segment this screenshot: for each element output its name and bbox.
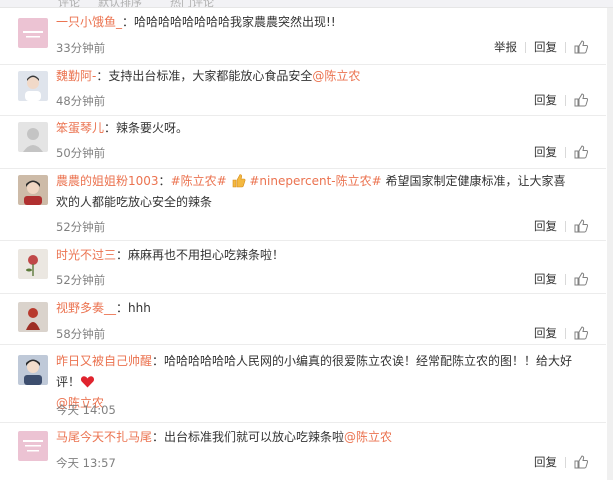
comment-item: 视野多奏__：hhh 58分钟前 回复 <box>0 294 606 345</box>
timestamp: 今天 14:05 <box>56 403 116 417</box>
username-link[interactable]: 一只小饿鱼_ <box>56 15 122 29</box>
topic-tag[interactable]: #陈立农# <box>171 174 227 188</box>
comment-actions: 回复 <box>534 218 588 234</box>
avatar[interactable] <box>18 175 48 205</box>
avatar[interactable] <box>18 431 48 461</box>
red-heart-emoji-icon <box>81 376 95 388</box>
topic-tag[interactable]: #ninepercent-陈立农# <box>249 174 381 188</box>
username-link[interactable]: 视野多奏__ <box>56 301 116 315</box>
reply-link[interactable]: 回复 <box>534 325 557 341</box>
person-avatar-icon <box>18 71 48 101</box>
red-figure-avatar-icon <box>18 302 48 332</box>
username-link[interactable]: 马尾今天不扎马尾 <box>56 430 152 444</box>
comment-text-line: 魏勤阿-：支持出台标准，大家都能放心食品安全@陈立农 <box>56 69 361 83</box>
reply-link[interactable]: 回复 <box>534 144 557 160</box>
username-link[interactable]: 笨蛋琴儿 <box>56 121 104 135</box>
comment-text-line: 时光不过三：麻麻再也不用担心吃辣条啦！ <box>56 248 285 262</box>
person-avatar-icon <box>18 175 48 205</box>
timestamp: 今天 13:57 <box>56 456 116 470</box>
top-fragment: 评论 <box>58 0 80 8</box>
comment-item: 魏勤阿-：支持出台标准，大家都能放心食品安全@陈立农 48分钟前 回复 <box>0 65 606 116</box>
comment-actions: 回复 <box>534 271 588 287</box>
person-avatar-icon <box>18 355 48 385</box>
like-thumb-icon[interactable] <box>574 93 588 107</box>
thumbs-up-emoji-icon <box>232 174 245 188</box>
comment-item: 昨日又被自己帅醒：哈哈哈哈哈哈人民网的小编真的很爱陈立农诶！经常配陈立农的图！！… <box>0 345 606 423</box>
timestamp: 58分钟前 <box>56 327 106 341</box>
pink-card-avatar-icon <box>18 18 48 48</box>
comment-actions: 回复 <box>534 92 588 108</box>
divider <box>525 41 526 53</box>
like-thumb-icon[interactable] <box>574 145 588 159</box>
comment-text: 出台标准我们就可以放心吃辣条啦 <box>164 430 345 444</box>
comment-actions: 回复 <box>534 325 588 341</box>
like-thumb-icon[interactable] <box>574 40 588 54</box>
like-thumb-icon[interactable] <box>574 219 588 233</box>
timestamp: 48分钟前 <box>56 94 106 108</box>
mention-link[interactable]: @陈立农 <box>312 69 360 83</box>
avatar[interactable] <box>18 71 48 101</box>
avatar[interactable] <box>18 18 48 48</box>
mention-link[interactable]: @陈立农 <box>344 430 392 444</box>
pink-card-avatar-icon <box>18 431 48 461</box>
username-link[interactable]: 时光不过三 <box>56 248 116 262</box>
comment-text-line: 视野多奏__：hhh <box>56 301 151 315</box>
avatar[interactable] <box>18 355 48 385</box>
top-tab-strip: 评论 默认排序 热门评论 <box>0 0 613 8</box>
report-link[interactable]: 举报 <box>494 39 517 55</box>
reply-link[interactable]: 回复 <box>534 454 557 470</box>
comment-text: 支持出台标准，大家都能放心食品安全 <box>108 69 313 83</box>
timestamp: 33分钟前 <box>56 41 106 55</box>
comment-text: 哈哈哈哈哈哈哈哈我家農農突然出现!! <box>134 15 336 29</box>
comment-text-line: 马尾今天不扎马尾：出台标准我们就可以放心吃辣条啦@陈立农 <box>56 430 393 444</box>
divider <box>565 327 566 339</box>
reply-link[interactable]: 回复 <box>534 39 557 55</box>
divider <box>565 94 566 106</box>
comment-item: 马尾今天不扎马尾：出台标准我们就可以放心吃辣条啦@陈立农 今天 13:57 回复 <box>0 423 606 480</box>
divider <box>565 456 566 468</box>
comment-item: 農農的姐姐粉1003：#陈立农# #ninepercent-陈立农# 希望国家制… <box>0 169 606 241</box>
avatar[interactable] <box>18 302 48 332</box>
comment-text-line: 昨日又被自己帅醒：哈哈哈哈哈哈人民网的小编真的很爱陈立农诶！经常配陈立农的图！！… <box>56 354 573 410</box>
comment-item: 时光不过三：麻麻再也不用担心吃辣条啦！ 52分钟前 回复 <box>0 241 606 294</box>
like-thumb-icon[interactable] <box>574 272 588 286</box>
flower-avatar-icon <box>18 249 48 279</box>
avatar[interactable] <box>18 249 48 279</box>
username-link[interactable]: 魏勤阿- <box>56 69 96 83</box>
username-link[interactable]: 昨日又被自己帅醒 <box>56 354 152 368</box>
divider <box>565 41 566 53</box>
comment-text-line: 笨蛋琴儿：辣条要火呀。 <box>56 121 189 135</box>
comment-item: 笨蛋琴儿：辣条要火呀。 50分钟前 回复 <box>0 116 606 169</box>
reply-link[interactable]: 回复 <box>534 92 557 108</box>
comment-actions: 举报 回复 <box>494 39 588 55</box>
top-fragment: 默认排序 <box>98 0 142 8</box>
comment-actions: 回复 <box>534 454 588 470</box>
timestamp: 52分钟前 <box>56 220 106 234</box>
comment-text: 麻麻再也不用担心吃辣条啦！ <box>128 248 285 262</box>
scrollbar[interactable] <box>607 8 613 480</box>
comment-text-line: 一只小饿鱼_：哈哈哈哈哈哈哈哈我家農農突然出现!! <box>56 15 336 29</box>
timestamp: 50分钟前 <box>56 146 106 160</box>
username-link[interactable]: 農農的姐姐粉1003 <box>56 174 159 188</box>
divider <box>565 273 566 285</box>
comment-text: hhh <box>128 301 151 315</box>
timestamp: 52分钟前 <box>56 273 106 287</box>
comment-item: 一只小饿鱼_：哈哈哈哈哈哈哈哈我家農農突然出现!! 33分钟前 举报 回复 <box>0 8 606 65</box>
comment-actions: 回复 <box>534 144 588 160</box>
divider <box>565 220 566 232</box>
comment-text-line: 農農的姐姐粉1003：#陈立农# #ninepercent-陈立农# 希望国家制… <box>56 174 566 209</box>
avatar[interactable] <box>18 122 48 152</box>
reply-link[interactable]: 回复 <box>534 271 557 287</box>
divider <box>565 146 566 158</box>
top-fragment: 热门评论 <box>170 0 214 8</box>
comment-text: 辣条要火呀。 <box>116 121 189 135</box>
default-gray-avatar-icon <box>18 122 48 152</box>
like-thumb-icon[interactable] <box>574 326 588 340</box>
reply-link[interactable]: 回复 <box>534 218 557 234</box>
like-thumb-icon[interactable] <box>574 455 588 469</box>
